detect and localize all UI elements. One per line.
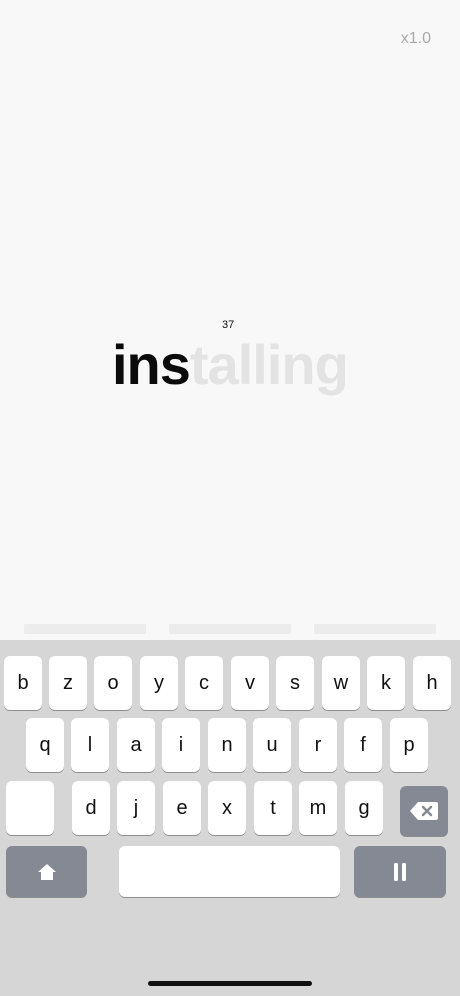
suggestion-bar [0,622,460,636]
key-d[interactable]: d [72,781,110,835]
key-n[interactable]: n [208,718,246,772]
key-o[interactable]: o [94,656,132,710]
suggestion-slot[interactable] [169,624,291,634]
home-indicator [148,981,312,986]
key-z[interactable]: z [49,656,87,710]
space-key[interactable] [119,846,340,897]
backspace-key[interactable] [400,786,448,836]
blank-key[interactable] [6,781,54,835]
key-x[interactable]: x [208,781,246,835]
key-w[interactable]: w [322,656,360,710]
key-k[interactable]: k [367,656,405,710]
key-m[interactable]: m [299,781,337,835]
key-b[interactable]: b [4,656,42,710]
home-icon [37,863,56,880]
key-h[interactable]: h [413,656,451,710]
pause-icon [394,862,406,881]
key-i[interactable]: i [162,718,200,772]
key-q[interactable]: q [26,718,64,772]
key-c[interactable]: c [185,656,223,710]
suggestion-slot[interactable] [314,624,436,634]
key-j[interactable]: j [117,781,155,835]
key-l[interactable]: l [71,718,109,772]
pause-key[interactable] [354,846,446,897]
key-t[interactable]: t [254,781,292,835]
backspace-icon [410,802,438,820]
target-word: installing [112,330,349,400]
key-s[interactable]: s [276,656,314,710]
key-p[interactable]: p [390,718,428,772]
shift-key[interactable] [6,846,87,897]
keyboard: b z o y c v s w k h q l a i n u r f p d … [0,640,460,996]
key-y[interactable]: y [140,656,178,710]
speed-label[interactable]: x1.0 [401,30,431,48]
key-u[interactable]: u [253,718,291,772]
key-f[interactable]: f [344,718,382,772]
typed-letters: ins [112,333,191,396]
key-e[interactable]: e [163,781,201,835]
key-r[interactable]: r [299,718,337,772]
key-g[interactable]: g [345,781,383,835]
suggestion-slot[interactable] [24,624,146,634]
key-v[interactable]: v [231,656,269,710]
key-a[interactable]: a [117,718,155,772]
remaining-letters: talling [189,333,349,396]
